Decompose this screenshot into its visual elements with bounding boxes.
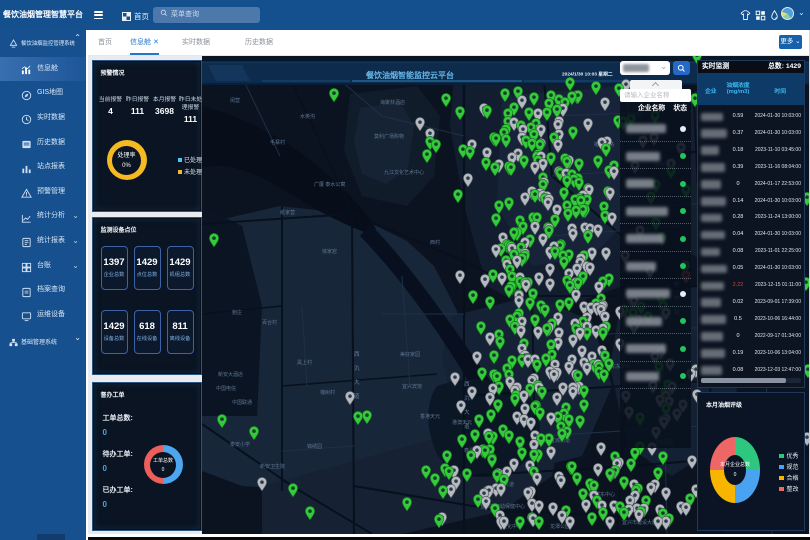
svg-text:海聚林酒店: 海聚林酒店 [380,99,405,106]
svg-text:鲍庄: 鲍庄 [232,309,242,316]
svg-text:莫利广场购物: 莫利广场购物 [374,133,404,140]
svg-text:大: 大 [354,378,360,386]
svg-text:百合村: 百合村 [262,319,277,326]
svg-text:餐饮油烟智能监控云平台: 餐饮油烟智能监控云平台 [365,70,454,80]
svg-text:纸家营: 纸家营 [280,209,295,216]
svg-text:2024/1/30 10:03 星期二: 2024/1/30 10:03 星期二 [562,71,613,78]
svg-text:槐树村: 槐树村 [320,389,335,396]
svg-text:美好家园: 美好家园 [400,351,420,358]
svg-text:中国联通: 中国联通 [232,399,252,406]
svg-text:西: 西 [354,351,360,358]
svg-text:新安大酒店: 新安大酒店 [218,371,243,378]
svg-text:闵营: 闵营 [230,97,240,104]
svg-text:水英沟: 水英沟 [300,113,315,120]
svg-text:西村: 西村 [430,239,440,246]
svg-text:中国电信: 中国电信 [216,385,236,392]
svg-text:氿: 氿 [354,364,360,372]
svg-text:道: 道 [464,422,470,430]
svg-text:黑上村: 黑上村 [297,359,312,366]
svg-text:锦绣园: 锦绣园 [307,443,322,450]
svg-text:九江文化艺术中心: 九江文化艺术中心 [384,169,424,176]
svg-text:徐家宕: 徐家宕 [322,248,337,255]
svg-text:香港天元: 香港天元 [420,413,440,420]
svg-text:新安卫生院: 新安卫生院 [260,463,285,470]
svg-text:宜兴宾馆: 宜兴宾馆 [402,383,422,390]
svg-text:泰安小学: 泰安小学 [230,441,250,448]
svg-text:广厦 泰水公寓: 广厦 泰水公寓 [314,181,345,188]
svg-text:毛寨村: 毛寨村 [270,139,285,146]
svg-text:大: 大 [464,408,470,416]
